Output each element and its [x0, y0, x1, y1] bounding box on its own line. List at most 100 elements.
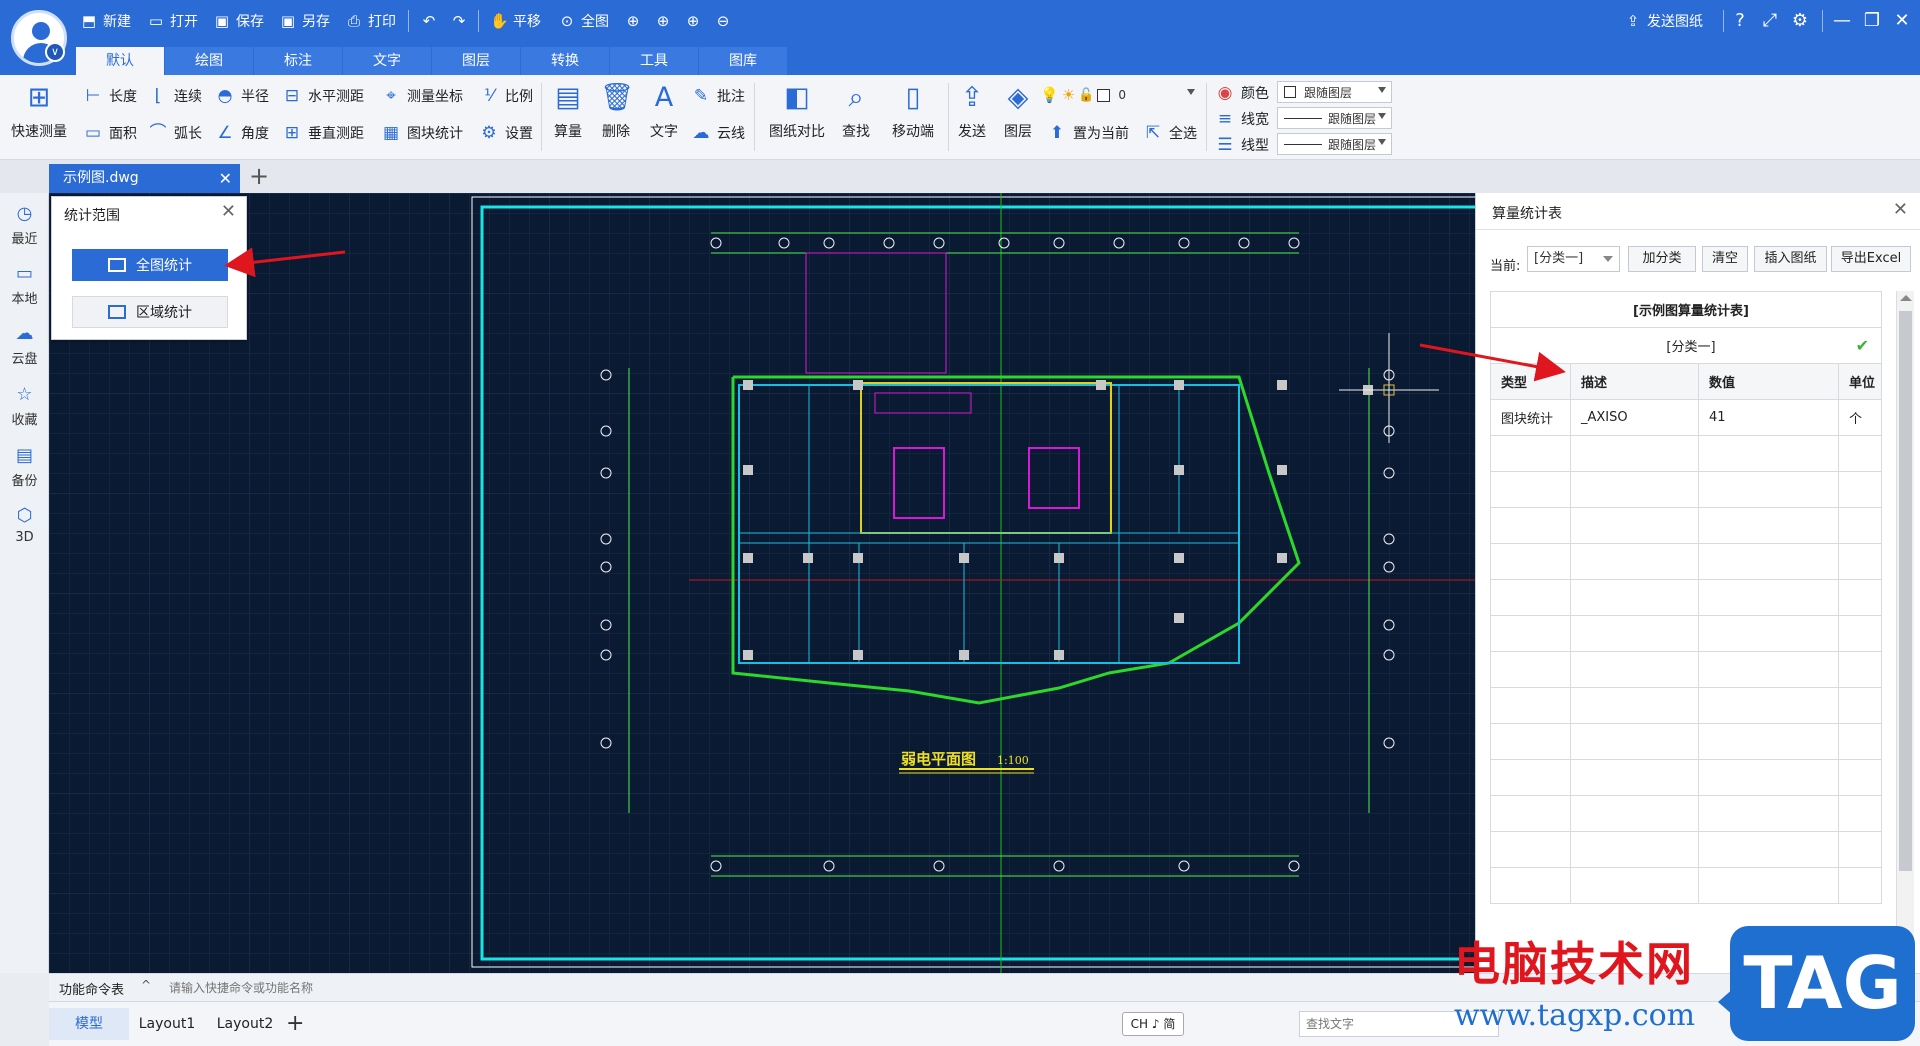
- table-row: [1490, 435, 1882, 472]
- mobile-button[interactable]: ▯ 移动端: [882, 81, 944, 141]
- cell-value: 41: [1698, 399, 1839, 436]
- folder-icon: ▭: [148, 12, 164, 30]
- category-row[interactable]: [分类一] ✔: [1490, 327, 1882, 364]
- tab-layer[interactable]: 图层: [432, 47, 520, 75]
- color-select[interactable]: 跟随图层: [1277, 81, 1392, 103]
- sidebar-item-3d[interactable]: ⬡ 3D: [0, 505, 49, 545]
- sidebar-item-recent[interactable]: ◷ 最近: [0, 203, 49, 247]
- scroll-thumb[interactable]: [1899, 311, 1912, 871]
- command-input[interactable]: [169, 978, 769, 998]
- linetype-icon: ☰: [1217, 135, 1233, 155]
- length-button[interactable]: ⊢ 长度: [82, 85, 137, 107]
- export-excel-button[interactable]: 导出Excel: [1831, 246, 1911, 272]
- layer-select[interactable]: 💡 ☀ 🔓 0: [1040, 84, 1200, 106]
- color-swatch: [1097, 88, 1111, 102]
- command-list-label[interactable]: 功能命令表: [59, 979, 124, 998]
- arc-length-button[interactable]: ⌒ 弧长: [147, 122, 203, 144]
- sidebar-item-backup[interactable]: ▤ 备份: [0, 445, 49, 489]
- tab-convert[interactable]: 转换: [521, 47, 609, 75]
- cloud-line-button[interactable]: ☁ 云线: [690, 122, 746, 144]
- add-layout-button[interactable]: +: [286, 1008, 304, 1040]
- close-icon[interactable]: ✕: [1893, 199, 1908, 220]
- radius-button[interactable]: ◓ 半径: [214, 85, 269, 107]
- table-row[interactable]: 图块统计 _AXISO 41 个: [1490, 399, 1882, 436]
- sidebar-item-local[interactable]: ▭ 本地: [0, 263, 49, 307]
- gear-icon[interactable]: ⚙: [1788, 9, 1812, 33]
- layer-button[interactable]: ◈ 图层: [990, 81, 1046, 141]
- gear-icon: ⚙: [481, 123, 497, 143]
- cloud-icon: ☁: [15, 323, 34, 344]
- region-stats-button[interactable]: 区域统计: [72, 296, 228, 328]
- scale-button[interactable]: ⅟ 比例: [478, 85, 533, 107]
- add-category-button[interactable]: 加分类: [1628, 246, 1696, 272]
- annotate-button[interactable]: ✎ 批注: [690, 85, 745, 107]
- ime-indicator[interactable]: CH ♪ 简: [1122, 1012, 1184, 1036]
- send-drawing-button[interactable]: ⇪ 发送图纸: [1624, 10, 1703, 32]
- close-icon[interactable]: ✕: [221, 201, 236, 222]
- redo-button[interactable]: ↷: [450, 10, 473, 32]
- new-button[interactable]: ⬒ 新建: [80, 10, 131, 32]
- sidebar-item-cloud[interactable]: ☁ 云盘: [0, 323, 49, 367]
- quick-measure-button[interactable]: ⊞ 快速测量: [10, 81, 68, 141]
- set-current-button[interactable]: ⬆ 置为当前: [1046, 122, 1129, 144]
- linewidth-select[interactable]: 跟随图层: [1277, 107, 1392, 129]
- left-sidebar: ◷ 最近 ▭ 本地 ☁ 云盘 ☆ 收藏 ▤ 备份 ⬡ 3D: [0, 193, 49, 973]
- zoom-out-button[interactable]: ⊖: [714, 10, 737, 32]
- tab-model[interactable]: 模型: [49, 1008, 129, 1040]
- compare-button[interactable]: ◧ 图纸对比: [764, 81, 830, 141]
- drawing-canvas[interactable]: 弱电平面图 1:100: [49, 193, 1475, 973]
- close-icon[interactable]: ✕: [1890, 9, 1914, 33]
- find-button[interactable]: ⌕ 查找: [828, 81, 884, 141]
- zoom-window-button[interactable]: ⊕: [624, 10, 647, 32]
- zoom-extents-icon: ⊙: [560, 12, 574, 30]
- restore-icon[interactable]: ❐: [1860, 9, 1884, 33]
- undo-button[interactable]: ↶: [420, 10, 443, 32]
- insert-drawing-button[interactable]: 插入图纸: [1754, 246, 1827, 272]
- sidebar-item-favorites[interactable]: ☆ 收藏: [0, 384, 49, 428]
- settings-button[interactable]: ⚙ 设置: [478, 122, 533, 144]
- continuous-button[interactable]: ⌊ 连续: [147, 85, 202, 107]
- open-button[interactable]: ▭ 打开: [147, 10, 198, 32]
- print-button[interactable]: ⎙ 打印: [345, 10, 396, 32]
- scrollbar[interactable]: [1896, 291, 1914, 965]
- pan-button[interactable]: ✋ 平移: [490, 10, 541, 32]
- horizontal-measure-button[interactable]: ⊟ 水平测距: [281, 85, 364, 107]
- full-stats-button[interactable]: 全图统计: [72, 249, 228, 281]
- tab-draw[interactable]: 绘图: [165, 47, 253, 75]
- chevron-up-icon[interactable]: ^: [141, 978, 151, 992]
- header-unit: 单位: [1838, 363, 1882, 400]
- zoom-icon-button[interactable]: ⊕: [684, 10, 707, 32]
- vertical-measure-button[interactable]: ⊞ 垂直测距: [281, 122, 364, 144]
- block-stats-button[interactable]: ▦ 图块统计: [380, 122, 463, 144]
- clear-button[interactable]: 清空: [1702, 246, 1748, 272]
- area-button[interactable]: ▭ 面积: [82, 122, 137, 144]
- measure-coord-button[interactable]: ⌖ 测量坐标: [380, 85, 463, 107]
- help-icon[interactable]: ?: [1728, 9, 1752, 33]
- select-all-button[interactable]: ⇱ 全选: [1142, 122, 1197, 144]
- full-view-button[interactable]: ⊙ 全图: [558, 10, 609, 32]
- scroll-up-icon[interactable]: [1900, 295, 1912, 301]
- tab-dimension[interactable]: 标注: [254, 47, 342, 75]
- text-button[interactable]: A 文字: [636, 81, 692, 141]
- clock-icon: ◷: [16, 203, 33, 224]
- add-tab-button[interactable]: +: [246, 164, 272, 190]
- fullscreen-icon[interactable]: ⤢: [1758, 9, 1782, 33]
- category-select[interactable]: [分类一]: [1527, 246, 1620, 272]
- close-icon[interactable]: ✕: [219, 164, 232, 193]
- tab-library[interactable]: 图库: [699, 47, 787, 75]
- document-tab[interactable]: 示例图.dwg ✕: [49, 164, 240, 193]
- tab-tools[interactable]: 工具: [610, 47, 698, 75]
- chevron-down-icon[interactable]: ∨: [45, 42, 65, 62]
- tab-layout2[interactable]: Layout2: [205, 1008, 285, 1040]
- linetype-select[interactable]: 跟随图层: [1277, 133, 1392, 155]
- tab-default[interactable]: 默认: [76, 47, 164, 75]
- tab-layout1[interactable]: Layout1: [127, 1008, 207, 1040]
- save-as-button[interactable]: ▣ 另存: [279, 10, 330, 32]
- tab-text[interactable]: 文字: [343, 47, 431, 75]
- save-button[interactable]: ▣ 保存: [213, 10, 264, 32]
- angle-button[interactable]: ∠ 角度: [214, 122, 269, 144]
- zoom-in-button[interactable]: ⊕: [654, 10, 677, 32]
- search-icon: ⌕: [848, 82, 864, 113]
- tag-logo: TAG: [1730, 926, 1915, 1041]
- minimize-icon[interactable]: —: [1830, 9, 1854, 33]
